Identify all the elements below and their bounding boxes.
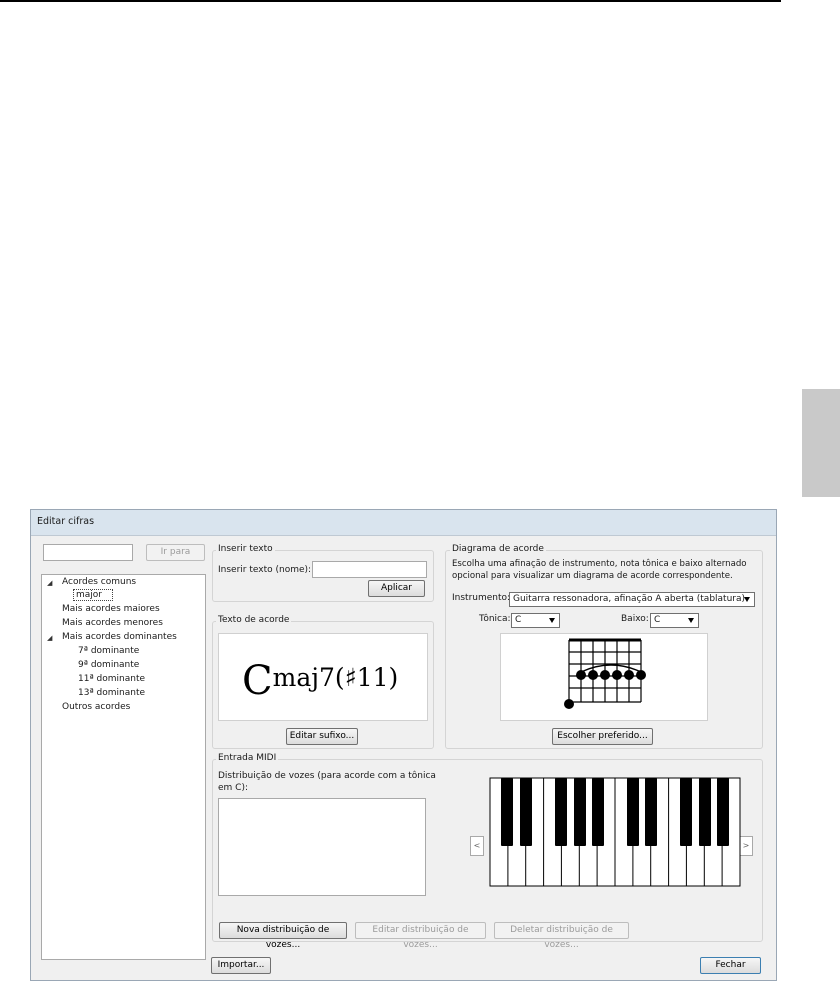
tree-item-7th-dominant[interactable]: 7ª dominante <box>78 646 139 656</box>
tonic-label: Tônica: <box>479 614 511 624</box>
tree-item-9th-dominant[interactable]: 9ª dominante <box>78 660 139 670</box>
voicing-list[interactable] <box>218 798 426 896</box>
chord-diagram-preview <box>500 633 708 721</box>
tree-item-common[interactable]: Acordes comuns <box>62 577 136 587</box>
chord-diagram-graphic <box>564 638 646 709</box>
chord-diagram-group-label: Diagrama de acorde <box>450 544 546 554</box>
bass-value: C <box>654 615 661 625</box>
instrument-value: Guitarra ressonadora, afinação A aberta … <box>513 594 746 604</box>
chord-text-group-label: Texto de acorde <box>216 615 292 625</box>
chevron-down-icon <box>688 618 694 623</box>
expand-triangle-icon[interactable]: ◢ <box>47 579 52 587</box>
bass-label: Baixo: <box>621 614 649 624</box>
tree-item-11th-dominant[interactable]: 11ª dominante <box>78 674 145 684</box>
tree-item-more-dominant[interactable]: Mais acordes dominantes <box>62 632 177 642</box>
insert-text-label: Inserir texto (nome): <box>218 565 312 575</box>
apply-button[interactable]: Aplicar <box>368 580 425 597</box>
edit-voicing-button[interactable]: Editar distribuição de vozes... <box>355 922 486 950</box>
edit-suffix-button[interactable]: Editar sufixo... <box>286 728 358 745</box>
chord-diagram-description-line1: Escolha uma afinação de instrumento, not… <box>452 559 747 569</box>
chord-root: C <box>242 658 273 704</box>
instrument-select[interactable]: Guitarra ressonadora, afinação A aberta … <box>509 592 755 607</box>
edit-chords-dialog: Editar cifras Ir para ◢ Acordes comuns m… <box>30 509 777 981</box>
page-side-tab <box>802 389 840 497</box>
instrument-label: Instrumento: <box>452 593 511 603</box>
tree-item-other[interactable]: Outros acordes <box>62 702 130 712</box>
insert-text-field[interactable] <box>312 561 427 578</box>
delete-voicing-button[interactable]: Deletar distribuição de vozes... <box>494 922 629 950</box>
chevron-down-icon <box>744 597 750 602</box>
new-voicing-button[interactable]: Nova distribuição de vozes... <box>219 922 347 950</box>
go-to-button[interactable]: Ir para <box>146 544 205 561</box>
voicing-label-line2: em C): <box>218 783 248 793</box>
close-button[interactable]: Fechar <box>700 957 761 974</box>
choose-preferred-button[interactable]: Escolher preferido... <box>552 728 653 745</box>
chord-text-preview: Cmaj7(♯11) <box>218 633 428 721</box>
tree-item-more-minor[interactable]: Mais acordes menores <box>62 618 163 628</box>
page-top-rule <box>0 0 781 2</box>
chord-suffix: maj7(♯11) <box>272 663 399 692</box>
chord-name-display: Cmaj7(♯11) <box>242 658 398 704</box>
tonic-select[interactable]: C <box>511 613 560 628</box>
chord-diagram-description-line2: opcional para visualizar um diagrama de … <box>452 571 733 581</box>
chord-tree[interactable]: ◢ Acordes comuns major Mais acordes maio… <box>41 574 206 960</box>
dialog-titlebar: Editar cifras <box>31 510 776 536</box>
expand-triangle-icon[interactable]: ◢ <box>47 634 52 642</box>
midi-input-group-label: Entrada MIDI <box>216 753 279 763</box>
import-button[interactable]: Importar... <box>211 957 271 974</box>
insert-text-group-label: Inserir texto <box>216 544 275 554</box>
dialog-title: Editar cifras <box>37 516 95 527</box>
tonic-value: C <box>515 615 522 625</box>
voicing-label-line1: Distribuição de vozes (para acorde com a… <box>218 771 436 781</box>
tree-item-major[interactable]: major <box>73 589 113 601</box>
piano-keyboard[interactable] <box>488 776 742 888</box>
keyboard-prev-button[interactable]: < <box>470 836 484 856</box>
search-input[interactable] <box>43 544 133 561</box>
tree-item-more-major[interactable]: Mais acordes maiores <box>62 604 160 614</box>
bass-select[interactable]: C <box>650 613 699 628</box>
tree-item-13th-dominant[interactable]: 13ª dominante <box>78 688 145 698</box>
chevron-down-icon <box>549 618 555 623</box>
